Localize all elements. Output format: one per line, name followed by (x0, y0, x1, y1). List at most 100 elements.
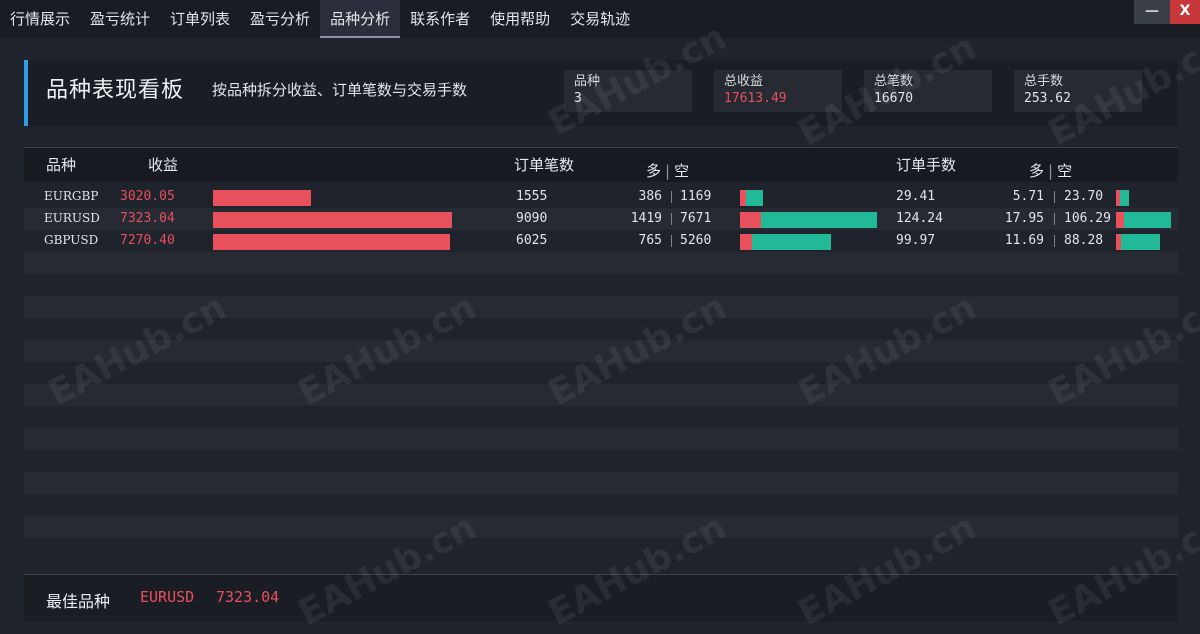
cell-divider (671, 191, 672, 203)
lots-short-bar (1121, 234, 1161, 250)
empty-row (24, 362, 1178, 384)
stat-value: 17613.49 (724, 91, 787, 106)
row-profit: 7323.04 (120, 211, 175, 226)
orders-short-bar (745, 190, 764, 206)
profit-bar (213, 212, 452, 228)
row-symbol: EURUSD (44, 211, 100, 225)
cell-divider (671, 213, 672, 225)
orders-short-bar (751, 234, 831, 250)
close-button[interactable]: X (1170, 0, 1200, 24)
stat-label: 品种 (574, 74, 601, 89)
orders-short-bar (761, 212, 877, 228)
header-long: 多 (646, 162, 662, 180)
row-profit: 7270.40 (120, 233, 175, 248)
empty-row (24, 472, 1178, 494)
tab-orders[interactable]: 订单列表 (160, 0, 240, 38)
row-lots-short: 88.28 (1064, 233, 1104, 248)
row-profit: 3020.05 (120, 189, 175, 204)
stat-card-total-profit: 总收益 17613.49 (714, 70, 842, 112)
tab-pnl-analysis[interactable]: 盈亏分析 (240, 0, 320, 38)
cell-divider (1054, 191, 1055, 203)
table-header: 品种 收益 订单笔数 多 | 空 订单手数 多 | 空 (24, 147, 1178, 182)
empty-row (24, 340, 1178, 362)
empty-row (24, 538, 1178, 560)
header-orders-long-short: 多 | 空 (646, 160, 689, 181)
stat-card-total-orders: 总笔数 16670 (864, 70, 992, 112)
row-symbol: GBPUSD (44, 233, 99, 247)
table-body: EURGBP 3020.05 1555 386 1169 29.41 5.71 … (24, 186, 1178, 252)
top-nav: 行情展示 盈亏统计 订单列表 盈亏分析 品种分析 联系作者 使用帮助 交易轨迹 … (0, 0, 1200, 38)
tab-pnl-stats[interactable]: 盈亏统计 (80, 0, 160, 38)
row-orders: 9090 (516, 211, 548, 226)
empty-row (24, 384, 1178, 406)
row-orders-short: 1169 (680, 189, 712, 204)
row-lots: 124.24 (896, 211, 943, 226)
dashboard-header: 品种表现看板 按品种拆分收益、订单笔数与交易手数 品种 3 总收益 17613.… (24, 60, 1178, 126)
header-symbol: 品种 (46, 156, 77, 174)
header-divider: | (1048, 162, 1054, 180)
row-orders: 1555 (516, 189, 548, 204)
row-orders-short: 7671 (680, 211, 712, 226)
table-row[interactable]: EURUSD 7323.04 9090 1419 7671 124.24 17.… (24, 208, 1178, 230)
stat-label: 总收益 (724, 74, 764, 89)
tab-symbol-analysis[interactable]: 品种分析 (320, 0, 401, 38)
stat-value: 253.62 (1024, 91, 1071, 106)
stat-value: 3 (574, 91, 582, 106)
row-orders: 6025 (516, 233, 548, 248)
nav-tabs: 行情展示 盈亏统计 订单列表 盈亏分析 品种分析 联系作者 使用帮助 交易轨迹 (0, 0, 640, 38)
tab-market[interactable]: 行情展示 (0, 0, 80, 38)
best-symbol-name: EURUSD (140, 588, 195, 606)
row-lots-short: 23.70 (1064, 189, 1104, 204)
symbol-table: 品种 收益 订单笔数 多 | 空 订单手数 多 | 空 EURGBP 3020.05 1… (24, 147, 1178, 560)
row-lots-long: 11.69 (1004, 233, 1044, 248)
orders-long-bar (740, 234, 752, 250)
best-symbol-footer: 最佳品种 EURUSD 7323.04 (24, 574, 1178, 621)
header-profit: 收益 (148, 156, 179, 174)
lots-long-bar (1116, 212, 1124, 228)
page-title: 品种表现看板 (46, 78, 185, 103)
minimize-button[interactable]: — (1134, 0, 1170, 24)
empty-row (24, 296, 1178, 318)
profit-bar (213, 234, 451, 250)
header-orders: 订单笔数 (514, 156, 575, 174)
header-lots-long-short: 多 | 空 (1029, 160, 1072, 181)
row-lots: 29.41 (896, 189, 936, 204)
lots-short-bar (1123, 212, 1171, 228)
lots-short-bar (1120, 190, 1130, 206)
stat-card-symbols: 品种 3 (564, 70, 692, 112)
tab-help[interactable]: 使用帮助 (480, 0, 560, 38)
profit-bar (213, 190, 312, 206)
stat-card-total-lots: 总手数 253.62 (1014, 70, 1142, 112)
row-orders-long: 1419 (630, 211, 662, 226)
row-symbol: EURGBP (44, 189, 99, 203)
tab-contact[interactable]: 联系作者 (400, 0, 480, 38)
tab-trade-track[interactable]: 交易轨迹 (560, 0, 640, 38)
cell-divider (671, 235, 672, 247)
row-lots-short: 106.29 (1064, 211, 1111, 226)
row-lots: 99.97 (896, 233, 936, 248)
row-lots-long: 5.71 (1012, 189, 1044, 204)
empty-row (24, 252, 1178, 274)
empty-row (24, 318, 1178, 340)
empty-row (24, 274, 1178, 296)
stat-label: 总手数 (1024, 74, 1064, 89)
stat-value: 16670 (874, 91, 914, 106)
page-subtitle: 按品种拆分收益、订单笔数与交易手数 (212, 81, 468, 99)
empty-row (24, 516, 1178, 538)
header-short: 空 (1057, 162, 1073, 180)
header-accent-bar (24, 60, 28, 126)
best-symbol-label: 最佳品种 (46, 592, 111, 611)
empty-row (24, 406, 1178, 428)
best-symbol-value: 7323.04 (216, 588, 280, 606)
header-lots: 订单手数 (896, 156, 957, 174)
row-orders-long: 386 (638, 189, 662, 204)
row-orders-short: 5260 (680, 233, 712, 248)
table-row[interactable]: GBPUSD 7270.40 6025 765 5260 99.97 11.69… (24, 230, 1178, 252)
empty-rows (24, 252, 1178, 560)
orders-long-bar (740, 212, 762, 228)
cell-divider (1054, 213, 1055, 225)
header-divider: | (665, 162, 671, 180)
header-long: 多 (1029, 162, 1045, 180)
table-row[interactable]: EURGBP 3020.05 1555 386 1169 29.41 5.71 … (24, 186, 1178, 208)
empty-row (24, 450, 1178, 472)
